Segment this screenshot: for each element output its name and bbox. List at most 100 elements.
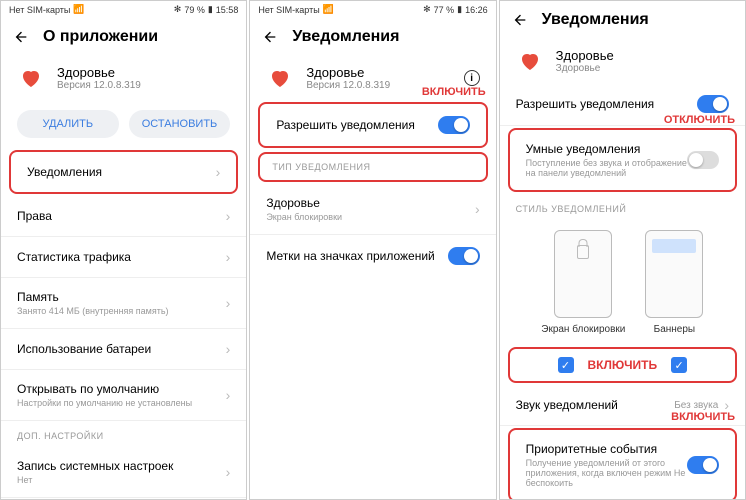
item-sub: Занято 414 МБ (внутренняя память) xyxy=(17,306,226,316)
sim-status: Нет SIM-карты xyxy=(9,5,70,15)
allow-toggle[interactable] xyxy=(438,116,470,134)
preview-label: Экран блокировки xyxy=(541,324,625,335)
bt-icon: ✻ xyxy=(174,4,182,15)
chevron-icon: › xyxy=(226,387,231,403)
section-label: ДОП. НАСТРОЙКИ xyxy=(1,421,246,447)
smart-item[interactable]: Умные уведомленияПоступление без звука и… xyxy=(510,130,735,190)
allow-notifications-item[interactable]: Разрешить уведомления xyxy=(260,104,485,146)
app-icon xyxy=(266,64,294,92)
page-title: Уведомления xyxy=(292,28,399,46)
smart-toggle[interactable] xyxy=(687,151,719,169)
item-sub: Поступление без звука и отображение на п… xyxy=(526,158,687,178)
traffic-item[interactable]: Статистика трафика › xyxy=(1,237,246,278)
badges-toggle[interactable] xyxy=(448,247,480,265)
header: Уведомления xyxy=(250,18,495,56)
allow-toggle[interactable] xyxy=(697,95,729,113)
time: 16:26 xyxy=(465,5,488,15)
back-icon[interactable] xyxy=(512,12,528,28)
highlight-checks: ✓ ВКЛЮЧИТЬ ✓ xyxy=(508,347,737,383)
highlight-allow: Разрешить уведомления xyxy=(258,102,487,148)
item-label: Разрешить уведомления xyxy=(516,97,697,111)
status-bar: Нет SIM-карты 📶 ✻77 %▮16:26 xyxy=(250,1,495,18)
app-row: Здоровье Версия 12.0.8.319 xyxy=(1,56,246,100)
default-item[interactable]: Открывать по умолчанию Настройки по умолч… xyxy=(1,370,246,421)
priority-item[interactable]: Приоритетные события Получение уведомлени… xyxy=(510,430,735,500)
page-title: Уведомления xyxy=(542,11,649,29)
item-label: Уведомления xyxy=(27,165,216,179)
chevron-icon: › xyxy=(226,295,231,311)
preview-banner[interactable]: Баннеры xyxy=(645,230,703,335)
app-row: Здоровье Здоровье xyxy=(500,39,745,83)
bt-icon: ✻ xyxy=(423,4,431,15)
item-label: Приоритетные события xyxy=(526,442,687,456)
notifications-item[interactable]: Уведомления › xyxy=(11,152,236,192)
app-sub: Здоровье xyxy=(556,63,729,74)
banner-checkbox[interactable]: ✓ xyxy=(671,357,687,373)
battery-icon: ▮ xyxy=(457,4,462,15)
back-icon[interactable] xyxy=(13,29,29,45)
priority-toggle[interactable] xyxy=(687,456,719,474)
app-name: Здоровье xyxy=(556,48,729,63)
style-preview: Экран блокировки Баннеры xyxy=(500,220,745,345)
highlight-notifications: Уведомления › xyxy=(9,150,238,194)
lock-checkbox[interactable]: ✓ xyxy=(558,357,574,373)
delete-button[interactable]: УДАЛИТЬ xyxy=(17,110,119,138)
chevron-icon: › xyxy=(475,201,480,217)
sound-value: Без звука xyxy=(674,400,718,411)
health-item[interactable]: ЗдоровьеЭкран блокировки › xyxy=(250,184,495,235)
item-sub: Получение уведомлений от этого приложени… xyxy=(526,458,687,488)
annotation-disable: ОТКЛЮЧИТЬ xyxy=(664,114,735,126)
chevron-icon: › xyxy=(226,341,231,357)
phone-3: Уведомления Здоровье Здоровье Разрешить … xyxy=(499,0,746,500)
banner-preview-icon xyxy=(645,230,703,318)
highlight-type: ТИП УВЕДОМЛЕНИЯ xyxy=(258,152,487,182)
app-icon xyxy=(17,64,45,92)
item-sub: Нет xyxy=(17,475,226,485)
memory-item[interactable]: ПамятьЗанято 414 МБ (внутренняя память) … xyxy=(1,278,246,329)
battery-item[interactable]: Использование батареи › xyxy=(1,329,246,370)
item-sub: Настройки по умолчанию не установлены xyxy=(17,398,226,408)
item-label: Открывать по умолчанию xyxy=(17,382,226,396)
app-name: Здоровье xyxy=(306,65,451,80)
item-label: Метки на значках приложений xyxy=(266,249,447,263)
battery-text: 79 % xyxy=(184,5,205,15)
item-label: Память xyxy=(17,290,226,304)
item-label: Запись системных настроек xyxy=(17,459,226,473)
item-sub: Экран блокировки xyxy=(266,212,475,222)
status-bar: Нет SIM-карты📶 ✻79 %▮15:58 xyxy=(1,1,246,18)
badges-item[interactable]: Метки на значках приложений xyxy=(250,235,495,277)
highlight-priority: Приоритетные события Получение уведомлени… xyxy=(508,428,737,500)
lock-preview-icon xyxy=(554,230,612,318)
chevron-icon: › xyxy=(216,164,221,180)
stop-button[interactable]: ОСТАНОВИТЬ xyxy=(129,110,231,138)
item-label: Права xyxy=(17,209,226,223)
back-icon[interactable] xyxy=(262,29,278,45)
header: Уведомления xyxy=(500,1,745,39)
phone-2: Нет SIM-карты 📶 ✻77 %▮16:26 Уведомления З… xyxy=(249,0,496,500)
annotation-enable: ВКЛЮЧИТЬ xyxy=(671,411,735,423)
sim-status: Нет SIM-карты xyxy=(258,5,319,15)
item-label: Использование батареи xyxy=(17,342,226,356)
item-label: Звук уведомлений xyxy=(516,398,675,412)
preview-lock[interactable]: Экран блокировки xyxy=(541,230,625,335)
wifi-icon: 📶 xyxy=(73,4,84,15)
syslog-item[interactable]: Запись системных настроекНет › xyxy=(1,447,246,498)
page-title: О приложении xyxy=(43,28,158,46)
highlight-smart: Умные уведомленияПоступление без звука и… xyxy=(508,128,737,192)
time: 15:58 xyxy=(216,5,239,15)
wifi-icon: 📶 xyxy=(323,4,334,15)
preview-label: Баннеры xyxy=(654,324,695,335)
section-label: СТИЛЬ УВЕДОМЛЕНИЙ xyxy=(500,194,745,220)
battery-text: 77 % xyxy=(434,5,455,15)
app-name: Здоровье xyxy=(57,65,230,80)
app-icon xyxy=(516,47,544,75)
chevron-icon: › xyxy=(226,249,231,265)
header: О приложении xyxy=(1,18,246,56)
item-label: Статистика трафика xyxy=(17,250,226,264)
app-version: Версия 12.0.8.319 xyxy=(57,80,230,91)
rights-item[interactable]: Права › xyxy=(1,196,246,237)
item-label: Разрешить уведомления xyxy=(276,118,437,132)
phone-1: Нет SIM-карты📶 ✻79 %▮15:58 О приложении … xyxy=(0,0,247,500)
info-icon[interactable]: i xyxy=(464,70,480,86)
chevron-icon: › xyxy=(226,208,231,224)
